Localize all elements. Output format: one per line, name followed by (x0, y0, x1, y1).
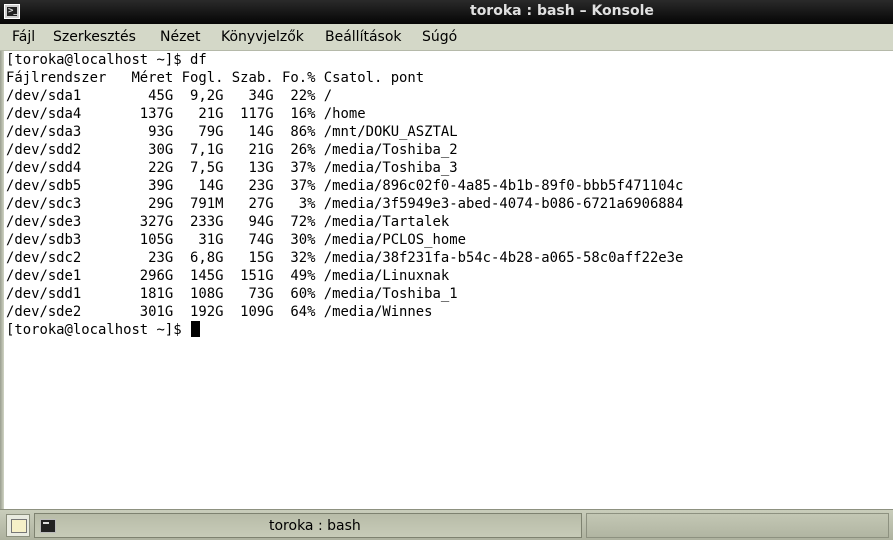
menu-edit[interactable]: Szerkesztés (53, 29, 136, 45)
terminal-line: /dev/sda1 45G 9,2G 34G 22% / (6, 88, 333, 104)
terminal-line: /dev/sdc3 29G 791M 27G 3% /media/3f5949e… (6, 196, 684, 212)
taskbar-task-konsole[interactable]: toroka : bash (34, 513, 582, 538)
terminal-icon (40, 519, 56, 533)
terminal-line: /dev/sdd1 181G 108G 73G 60% /media/Toshi… (6, 286, 458, 302)
terminal-line: /dev/sdd2 30G 7,1G 21G 26% /media/Toshib… (6, 142, 458, 158)
terminal-prompt-line[interactable]: [toroka@localhost ~]$ (6, 321, 200, 339)
taskbar: toroka : bash (0, 509, 893, 540)
terminal-icon[interactable]: >_ (4, 4, 20, 19)
menubar: Fájl Szerkesztés Nézet Könyvjelzők Beáll… (0, 24, 893, 51)
taskbar-empty-area (586, 513, 889, 538)
menu-help[interactable]: Súgó (422, 29, 457, 45)
terminal-line: /dev/sdc2 23G 6,8G 15G 32% /media/38f231… (6, 250, 684, 266)
folder-icon (11, 519, 27, 533)
terminal-line: /dev/sde1 296G 145G 151G 49% /media/Linu… (6, 268, 450, 284)
menu-settings[interactable]: Beállítások (325, 29, 402, 45)
terminal-line: [toroka@localhost ~]$ df (6, 52, 207, 68)
window-left-border (0, 51, 4, 510)
text-cursor (190, 321, 200, 337)
window-title: toroka : bash – Konsole (470, 3, 654, 19)
menu-file[interactable]: Fájl (12, 29, 35, 45)
terminal-line: /dev/sdb3 105G 31G 74G 30% /media/PCLOS_… (6, 232, 466, 248)
terminal-output[interactable]: [toroka@localhost ~]$ df Fájlrendszer Mé… (6, 51, 893, 507)
terminal-line: /dev/sde3 327G 233G 94G 72% /media/Tarta… (6, 214, 450, 230)
show-desktop-button[interactable] (6, 514, 30, 537)
menu-view[interactable]: Nézet (160, 29, 201, 45)
terminal-line: /dev/sda3 93G 79G 14G 86% /mnt/DOKU_ASZT… (6, 124, 458, 140)
menu-bookmarks[interactable]: Könyvjelzők (221, 29, 304, 45)
terminal-line: Fájlrendszer Méret Fogl. Szab. Fo.% Csat… (6, 70, 425, 86)
window-titlebar[interactable]: >_ toroka : bash – Konsole (0, 0, 893, 24)
terminal-line: /dev/sdd4 22G 7,5G 13G 37% /media/Toshib… (6, 160, 458, 176)
terminal-line: /dev/sda4 137G 21G 117G 16% /home (6, 106, 366, 122)
taskbar-task-label: toroka : bash (269, 518, 361, 534)
terminal-line: /dev/sde2 301G 192G 109G 64% /media/Winn… (6, 304, 433, 320)
terminal-line: /dev/sdb5 39G 14G 23G 37% /media/896c02f… (6, 178, 684, 194)
terminal-prompt: [toroka@localhost ~]$ (6, 322, 190, 338)
